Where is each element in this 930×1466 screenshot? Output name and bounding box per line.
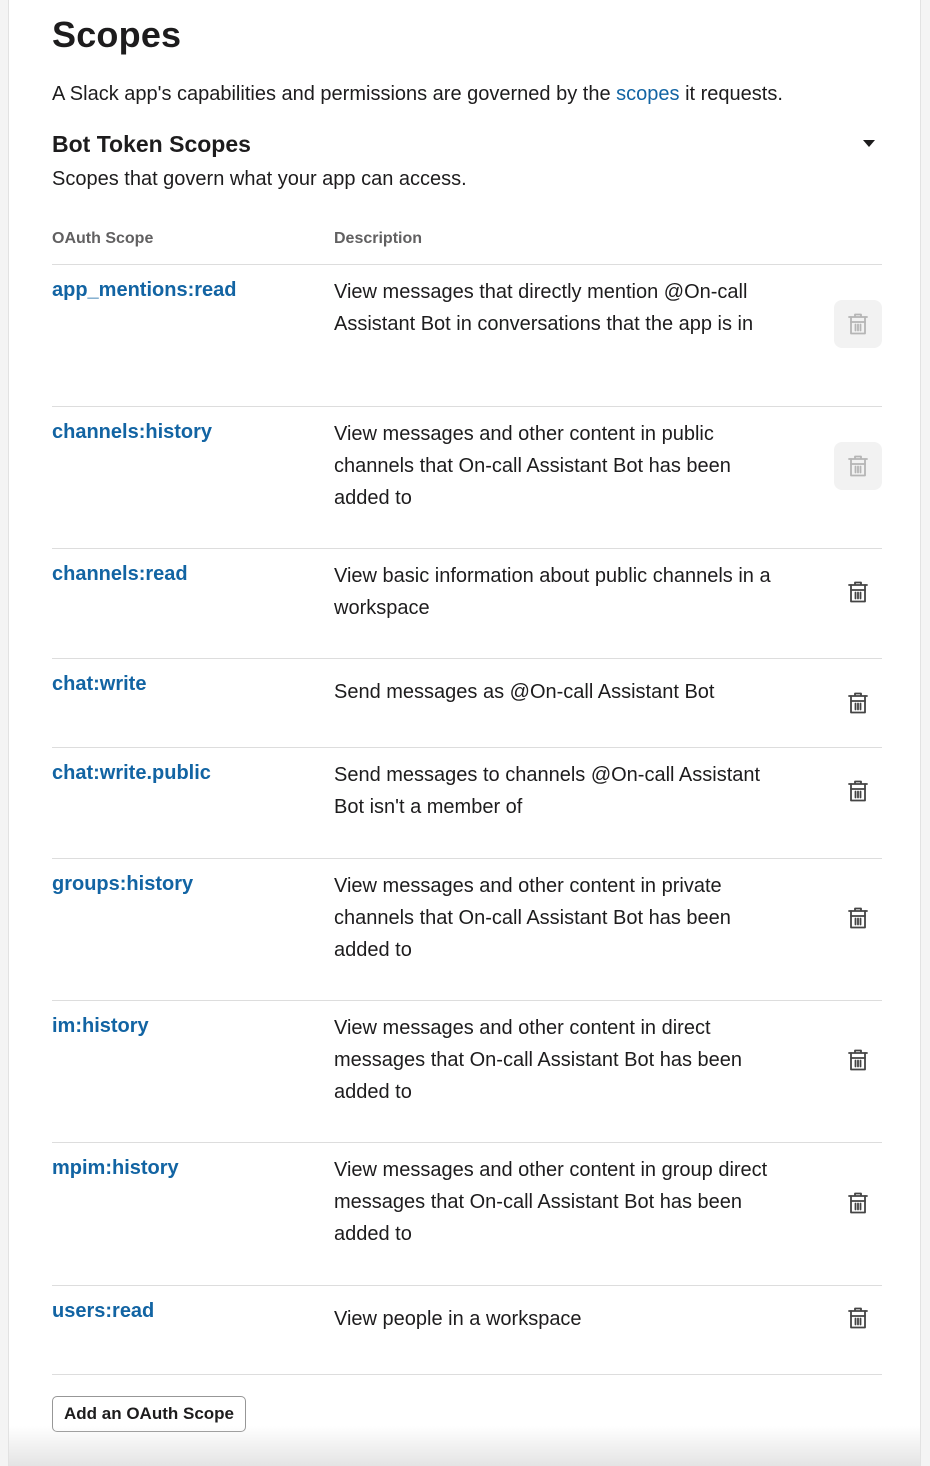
trash-icon[interactable] — [834, 1179, 882, 1227]
scope-description: Send messages to channels @On-call Assis… — [334, 764, 761, 818]
table-row: chat:write.public Send messages to chann… — [52, 748, 882, 859]
table-row: channels:history View messages and other… — [52, 407, 882, 549]
bottom-shade — [9, 1426, 920, 1466]
scopes-panel: Scopes A Slack app's capabilities and pe… — [8, 0, 921, 1466]
scope-description: Send messages as @On-call Assistant Bot — [334, 681, 715, 703]
table-row: channels:read View basic information abo… — [52, 549, 882, 659]
scopes-table: app_mentions:read View messages that dir… — [52, 264, 882, 1375]
scope-name[interactable]: users:read — [52, 1300, 154, 1323]
page-title: Scopes — [52, 14, 182, 55]
scope-name[interactable]: chat:write — [52, 673, 146, 696]
scopes-link[interactable]: scopes — [616, 83, 679, 105]
trash-icon[interactable] — [834, 1036, 882, 1084]
table-row: groups:history View messages and other c… — [52, 859, 882, 1001]
scope-description: View messages that directly mention @On-… — [334, 281, 754, 335]
table-row: chat:write Send messages as @On-call Ass… — [52, 659, 882, 748]
intro-before: A Slack app's capabilities and permissio… — [52, 83, 617, 105]
section-title: Bot Token Scopes — [52, 131, 251, 157]
trash-icon[interactable] — [834, 568, 882, 616]
scope-name[interactable]: channels:history — [52, 421, 212, 444]
trash-icon[interactable] — [834, 767, 882, 815]
trash-icon[interactable] — [834, 1294, 882, 1342]
scope-description: View basic information about public chan… — [334, 565, 771, 619]
scope-name[interactable]: channels:read — [52, 563, 188, 586]
trash-icon[interactable] — [834, 679, 882, 727]
section-subtitle: Scopes that govern what your app can acc… — [52, 168, 467, 190]
caret-down-icon[interactable] — [863, 140, 875, 147]
trash-icon[interactable] — [834, 894, 882, 942]
column-header-scope: OAuth Scope — [52, 230, 154, 247]
scope-description: View messages and other content in priva… — [334, 875, 731, 961]
table-row: im:history View messages and other conte… — [52, 1001, 882, 1143]
scope-description: View people in a workspace — [334, 1308, 582, 1330]
scope-description: View messages and other content in publi… — [334, 423, 731, 509]
intro-text: A Slack app's capabilities and permissio… — [52, 81, 783, 107]
trash-icon[interactable] — [834, 300, 882, 348]
scope-name[interactable]: mpim:history — [52, 1157, 179, 1180]
column-header-description: Description — [334, 230, 423, 247]
intro-after: it requests. — [679, 83, 783, 105]
table-row: users:read View people in a workspace — [52, 1286, 882, 1375]
scope-name[interactable]: chat:write.public — [52, 762, 211, 785]
table-row: app_mentions:read View messages that dir… — [52, 265, 882, 407]
scope-name[interactable]: app_mentions:read — [52, 279, 236, 302]
scope-description: View messages and other content in direc… — [334, 1017, 742, 1103]
scope-name[interactable]: im:history — [52, 1015, 149, 1038]
trash-icon[interactable] — [834, 442, 882, 490]
table-row: mpim:history View messages and other con… — [52, 1143, 882, 1286]
scope-description: View messages and other content in group… — [334, 1159, 768, 1245]
scope-name[interactable]: groups:history — [52, 873, 193, 896]
